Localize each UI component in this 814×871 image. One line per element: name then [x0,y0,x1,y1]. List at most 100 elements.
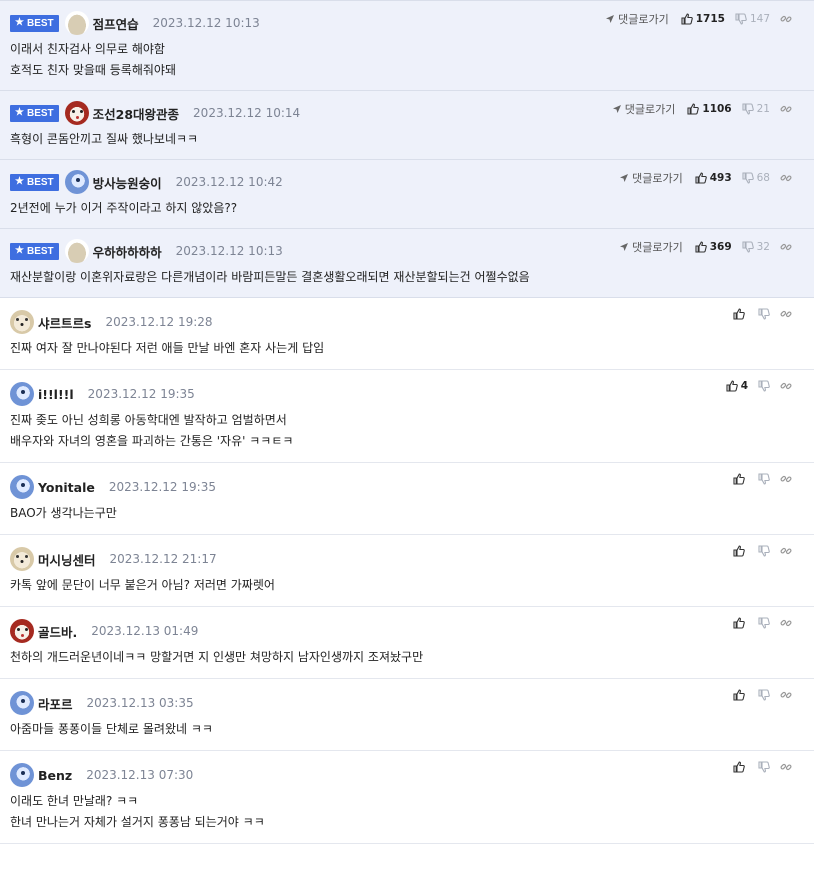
user-nickname[interactable]: 라포르 [38,694,73,713]
like-button[interactable] [733,473,748,485]
thumbs-down-icon [758,380,770,392]
user-nickname[interactable]: 머시닝센터 [38,550,96,569]
comment-text-line: 2년전에 누가 이거 주작이라고 하지 않았음?? [10,201,238,215]
link-button[interactable] [780,241,792,253]
like-button[interactable]: 369 [695,241,732,253]
fox-avatar[interactable] [64,101,89,125]
dislike-count: 32 [756,241,770,253]
like-button[interactable] [733,689,748,701]
dislike-button[interactable] [758,473,770,485]
link-icon [780,243,792,251]
reply-label: 댓글로가기 [624,103,676,116]
best-badge: ★ BEST [10,104,59,122]
user-nickname[interactable]: i!!l!!l [38,387,74,402]
like-count: 1715 [695,13,725,25]
ice-avatar[interactable] [64,170,89,194]
comment-text-line: 진짜 여자 잘 만나야된다 저런 애들 만날 바엔 혼자 사는게 답임 [10,341,325,355]
link-button[interactable] [780,617,792,629]
best-label: BEST [26,176,54,188]
comment-item: 머시닝센터 2023.12.12 21:17 카톡 앞에 문단이 너무 붙은거 … [0,535,814,607]
dislike-button[interactable] [758,689,770,701]
like-button[interactable]: 493 [695,172,732,184]
comment-item: 라포르 2023.12.13 03:35 아줌마들 퐁퐁이들 단체로 몰려왔네 … [0,679,814,751]
star-icon: ★ [15,245,24,256]
dislike-button[interactable]: 32 [742,241,770,253]
link-button[interactable] [780,13,792,25]
like-button[interactable] [733,308,748,320]
like-button[interactable]: 1106 [687,103,732,115]
dog-avatar[interactable] [10,547,34,571]
link-icon [780,475,792,483]
link-icon [780,619,792,627]
thumbs-down-icon [758,617,770,629]
fox-avatar[interactable] [10,619,34,643]
link-button[interactable] [780,473,792,485]
reply-link[interactable]: 댓글로가기 [619,170,683,186]
user-nickname[interactable]: 점프연습 [93,14,139,33]
ice-avatar[interactable] [10,382,34,406]
thumbs-down-icon [742,172,754,184]
ice-avatar[interactable] [10,475,34,499]
dislike-button[interactable]: 68 [742,172,770,184]
user-nickname[interactable]: Yonitale [38,480,95,495]
star-icon: ★ [15,107,24,118]
like-count: 4 [740,380,748,392]
like-button[interactable] [733,761,748,773]
best-label: BEST [26,245,54,257]
comment-text-line: 천하의 개드러운년이네ㅋㅋ 망할거면 지 인생만 쳐망하지 남자인생까지 조져놨… [10,650,424,664]
comment-date: 2023.12.12 10:13 [152,16,260,30]
dog-avatar[interactable] [10,310,34,334]
reply-link[interactable]: 댓글로가기 [619,239,683,255]
reply-link[interactable]: 댓글로가기 [612,101,676,117]
user-nickname[interactable]: 조선28대왕관종 [93,104,179,123]
dislike-button[interactable] [758,617,770,629]
comment-actions: 댓글로가기 369 32 [619,239,802,255]
best-badge: ★ BEST [10,14,59,32]
link-button[interactable] [780,172,792,184]
dislike-count: 147 [749,13,770,25]
comment-text-line: 호적도 친자 맞을때 등록해줘야돼 [10,63,177,77]
link-button[interactable] [780,689,792,701]
link-button[interactable] [780,103,792,115]
stone-avatar[interactable] [64,239,89,263]
dislike-button[interactable] [758,545,770,557]
ice-avatar[interactable] [10,691,34,715]
like-count: 493 [709,172,732,184]
dislike-button[interactable] [758,308,770,320]
link-icon [780,105,792,113]
link-button[interactable] [780,545,792,557]
like-count: 1106 [702,103,732,115]
link-button[interactable] [780,380,792,392]
user-nickname[interactable]: 방사능원숭이 [93,173,162,192]
comment-actions: 댓글로가기 1715 147 [605,11,802,27]
comment-actions: 4 [726,380,802,392]
comment-body: 아줌마들 퐁퐁이들 단체로 몰려왔네 ㅋㅋ [10,713,804,750]
link-button[interactable] [780,761,792,773]
user-nickname[interactable]: 우하하하하하 [93,242,162,261]
dislike-button[interactable]: 147 [735,13,770,25]
reply-link[interactable]: 댓글로가기 [605,11,669,27]
comment-header: 골드바. 2023.12.13 01:49 [10,607,804,643]
like-button[interactable] [733,545,748,557]
link-button[interactable] [780,308,792,320]
like-button[interactable] [733,617,748,629]
dislike-button[interactable] [758,761,770,773]
star-icon: ★ [15,17,24,28]
dislike-count: 21 [756,103,770,115]
dislike-button[interactable]: 21 [742,103,770,115]
comment-header: 머시닝센터 2023.12.12 21:17 [10,535,804,571]
stone-avatar[interactable] [64,11,89,35]
ice-avatar[interactable] [10,763,34,787]
comment-text-line: 아줌마들 퐁퐁이들 단체로 몰려왔네 ㅋㅋ [10,722,213,736]
dislike-button[interactable] [758,380,770,392]
like-button[interactable]: 1715 [681,13,725,25]
comment-item: 샤르트르s 2023.12.12 19:28 진짜 여자 잘 만나야된다 저런 … [0,298,814,370]
user-nickname[interactable]: 샤르트르s [38,313,91,332]
like-button[interactable]: 4 [726,380,748,392]
user-nickname[interactable]: 골드바. [38,622,77,641]
comment-text-line: 이래도 한녀 만날래? ㅋㅋ [10,794,139,808]
link-icon [780,15,792,23]
user-nickname[interactable]: Benz [38,768,72,783]
thumbs-up-icon [733,689,745,701]
comment-text-line: 한녀 만나는거 자체가 설거지 퐁퐁남 되는거야 ㅋㅋ [10,815,265,829]
